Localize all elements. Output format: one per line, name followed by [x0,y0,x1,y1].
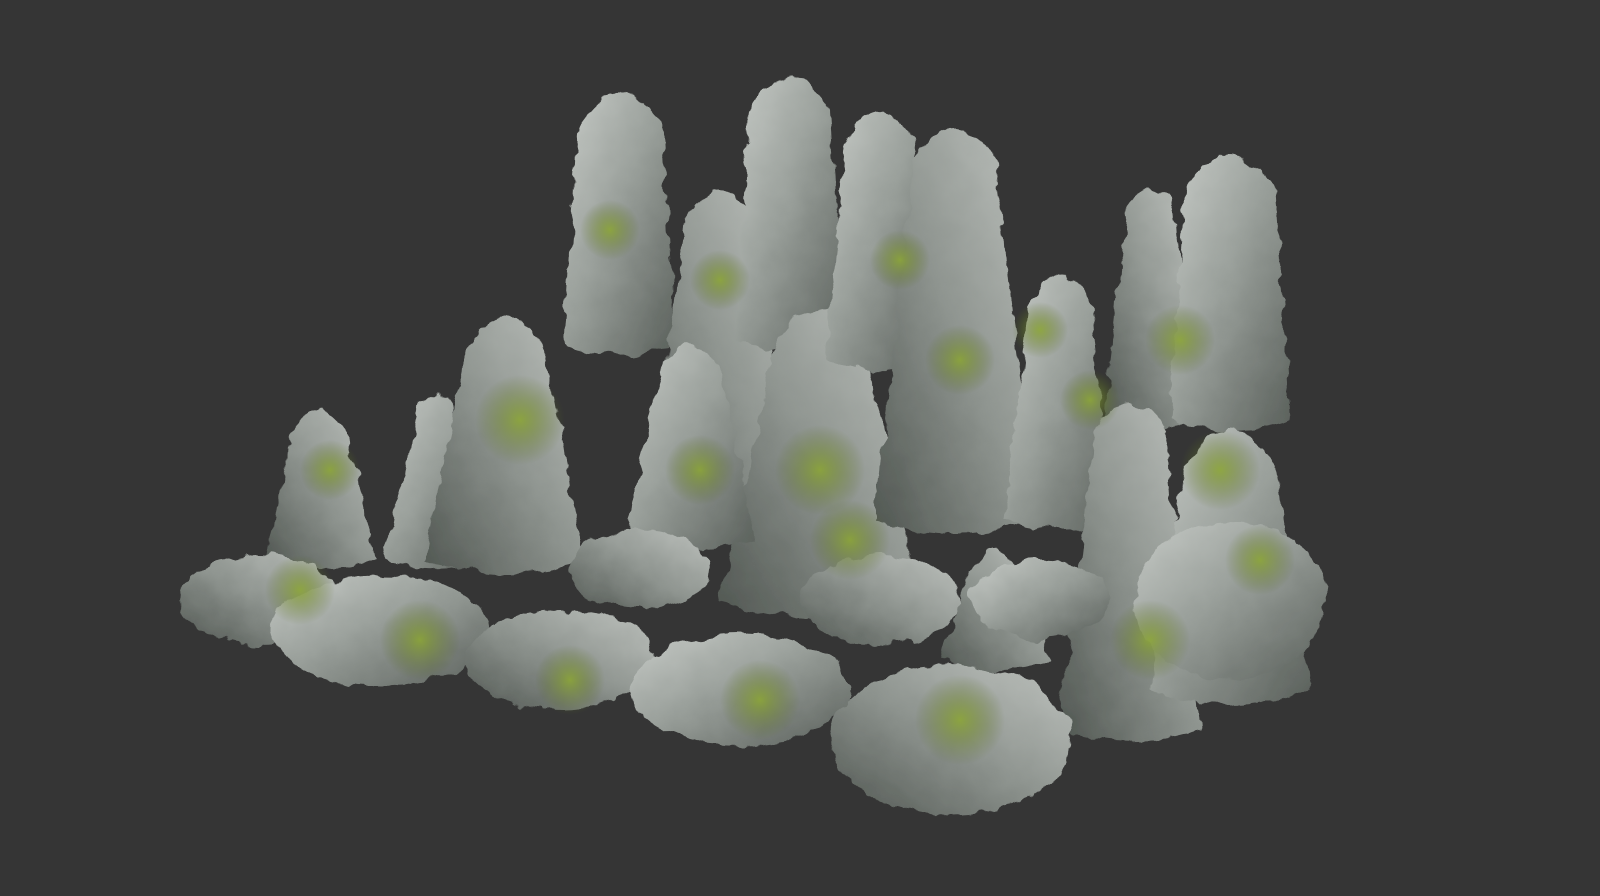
moss-patch [870,230,930,290]
moss-patch [915,675,1005,765]
moss-patch [1225,525,1295,595]
moss-patch [1110,600,1190,680]
moss-patch [665,435,735,505]
moss-patch [1145,305,1215,375]
moss-patch [300,440,360,500]
moss-patch [810,500,890,580]
rock-formation-render [180,78,1325,815]
rock-mound [570,530,710,610]
rock-pillar [1170,154,1290,431]
moss-patch [265,555,335,625]
moss-patch [690,250,750,310]
moss-patch [535,645,605,715]
moss-patch [720,660,800,740]
rock-pillar [735,78,845,350]
moss-patch [380,600,460,680]
moss-patch [925,325,995,395]
moss-patch [1060,370,1120,430]
moss-patch [580,200,640,260]
moss-patch [1180,430,1260,510]
rock-mound [970,560,1110,640]
moss-patch [1012,302,1068,358]
render-viewport [0,0,1600,896]
moss-patch [475,375,565,465]
